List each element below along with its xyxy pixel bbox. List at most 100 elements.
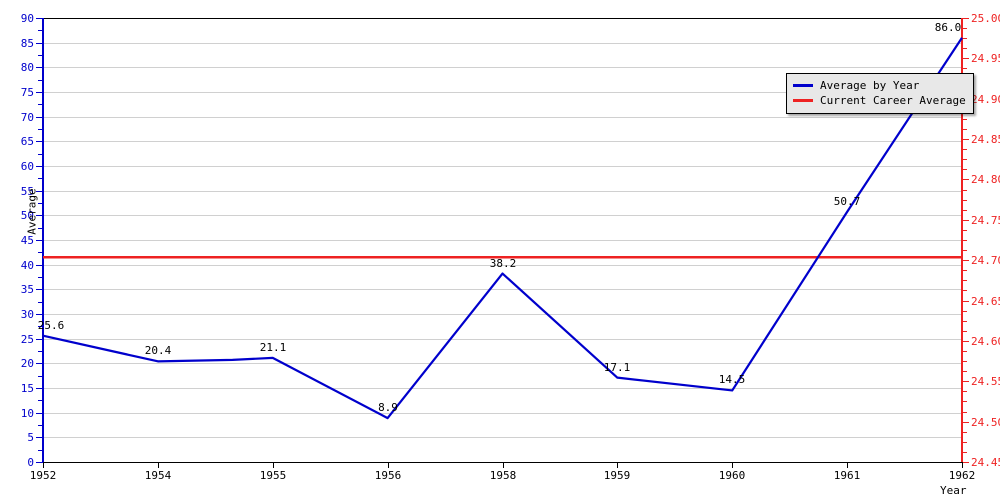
gridline	[43, 42, 962, 44]
x-tick	[503, 462, 504, 468]
y-tick-left	[36, 67, 43, 68]
x-tick-label: 1956	[374, 469, 402, 482]
chart-container: 0 5 10 15 20 25 30 35 40 45 50 55 60 65 70 75 80 85 90 24.…	[0, 0, 1000, 500]
y-tick-left	[36, 289, 43, 290]
gridline	[43, 388, 962, 389]
x-tick	[847, 462, 848, 468]
gridline	[43, 67, 962, 69]
data-point-label: 17.1	[603, 361, 631, 374]
y-tick-left-minor	[38, 104, 43, 105]
y-tick-left	[36, 18, 43, 19]
gridline	[43, 141, 962, 143]
x-tick	[962, 462, 963, 468]
legend-swatch-blue	[793, 84, 813, 87]
y-tick-right	[962, 18, 969, 19]
y-axis-title: Average	[25, 188, 39, 235]
y-tick-left-minor	[38, 154, 43, 155]
y-tick-label-right: 24.75	[971, 214, 1000, 227]
y-tick-right-minor	[962, 240, 967, 241]
y-tick-right	[962, 301, 969, 302]
y-tick-label-right: 25.00	[971, 12, 1000, 25]
y-tick-right	[962, 139, 969, 140]
y-tick-left	[36, 413, 43, 414]
y-tick-label-left: 25	[20, 333, 34, 346]
y-tick-right-minor	[962, 401, 967, 402]
y-tick-label-left: 65	[20, 135, 34, 148]
legend-swatch-red	[793, 99, 813, 102]
y-tick-label-right: 24.60	[971, 335, 1000, 348]
y-tick-left-minor	[38, 351, 43, 352]
y-tick-left	[36, 117, 43, 118]
chart-legend[interactable]: Average by Year Current Career Average	[786, 73, 974, 114]
y-tick-label-right: 24.45	[971, 456, 1000, 469]
y-tick-right-minor	[962, 452, 967, 453]
y-tick-right-minor	[962, 28, 967, 29]
gridline	[43, 166, 962, 167]
y-tick-label-right: 24.65	[971, 295, 1000, 308]
data-point-label: 14.5	[718, 373, 746, 386]
y-tick-left	[36, 339, 43, 340]
y-tick-right-minor	[962, 119, 967, 120]
y-tick-left	[36, 92, 43, 93]
x-tick-label: 1954	[144, 469, 172, 482]
y-tick-left-minor	[38, 80, 43, 81]
y-tick-right	[962, 220, 969, 221]
x-tick-label: 1952	[29, 469, 57, 482]
y-tick-label-left: 30	[20, 308, 34, 321]
y-tick-label-left: 40	[20, 259, 34, 272]
y-tick-right-minor	[962, 149, 967, 150]
y-tick-right	[962, 179, 969, 180]
y-tick-label-left: 20	[20, 357, 34, 370]
x-tick-label: 1961	[833, 469, 861, 482]
legend-item-average-by-year[interactable]: Average by Year	[793, 78, 966, 93]
y-tick-right-minor	[962, 48, 967, 49]
y-tick-label-right: 24.70	[971, 254, 1000, 267]
y-tick-label-left: 90	[20, 12, 34, 25]
y-tick-left-minor	[38, 400, 43, 401]
x-tick	[388, 462, 389, 468]
y-tick-label-left: 15	[20, 382, 34, 395]
data-point-label: 38.2	[489, 257, 517, 270]
y-tick-label-left: 60	[20, 160, 34, 173]
y-tick-left-minor	[38, 277, 43, 278]
data-point-label: 21.1	[259, 341, 287, 354]
gridline	[43, 363, 962, 365]
y-tick-label-left: 10	[20, 407, 34, 420]
data-point-label: 20.4	[144, 344, 172, 357]
x-tick-label: 1959	[603, 469, 631, 482]
y-tick-right-minor	[962, 371, 967, 372]
x-tick	[43, 462, 44, 468]
y-tick-left	[36, 437, 43, 438]
y-tick-right-minor	[962, 280, 967, 281]
y-tick-right-minor	[962, 331, 967, 332]
y-tick-left	[36, 141, 43, 142]
legend-item-current-career-average[interactable]: Current Career Average	[793, 93, 966, 108]
y-tick-right	[962, 260, 969, 261]
gridline	[43, 116, 962, 118]
y-tick-label-right: 24.80	[971, 173, 1000, 186]
y-tick-label-left: 85	[20, 37, 34, 50]
gridline	[43, 289, 962, 291]
y-tick-right-minor	[962, 351, 967, 352]
y-tick-right-minor	[962, 230, 967, 231]
y-tick-label-right: 24.90	[971, 93, 1000, 106]
data-point-label: 25.6	[37, 319, 65, 332]
y-tick-left	[36, 166, 43, 167]
y-tick-right-minor	[962, 159, 967, 160]
gridline	[43, 437, 962, 439]
y-tick-label-right: 24.85	[971, 133, 1000, 146]
y-tick-label-right: 24.55	[971, 375, 1000, 388]
data-point-label: 50.7	[833, 195, 861, 208]
y-tick-right	[962, 341, 969, 342]
y-tick-right	[962, 422, 969, 423]
y-tick-right-minor	[962, 432, 967, 433]
data-point-label: 8.9	[378, 401, 398, 414]
y-tick-left-minor	[38, 178, 43, 179]
y-tick-left	[36, 265, 43, 266]
x-tick	[617, 462, 618, 468]
y-tick-right	[962, 381, 969, 382]
y-tick-left-minor	[38, 252, 43, 253]
y-tick-label-left: 75	[20, 86, 34, 99]
legend-label-average-by-year: Average by Year	[820, 79, 920, 92]
y-tick-label-left: 80	[20, 61, 34, 74]
